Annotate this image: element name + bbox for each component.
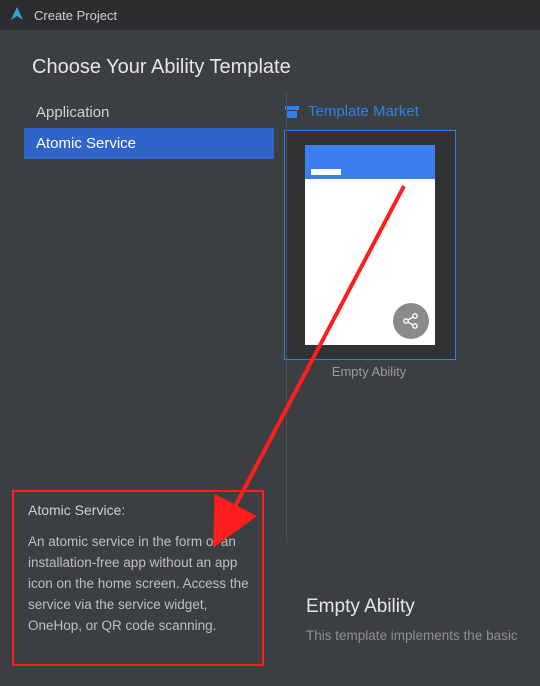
title-bar: Create Project bbox=[0, 0, 540, 30]
share-icon bbox=[393, 303, 429, 339]
column-divider bbox=[286, 92, 287, 542]
category-application[interactable]: Application bbox=[24, 97, 274, 128]
template-preview bbox=[305, 145, 435, 345]
category-atomic-service[interactable]: Atomic Service bbox=[24, 128, 274, 159]
page-title: Choose Your Ability Template bbox=[32, 56, 524, 79]
description-body: An atomic service in the form of an inst… bbox=[28, 532, 250, 637]
description-callout: Atomic Service: An atomic service in the… bbox=[12, 490, 264, 666]
preview-header-bar bbox=[311, 169, 341, 175]
preview-header bbox=[305, 145, 435, 179]
category-list: Application Atomic Service bbox=[24, 97, 274, 159]
description-title: Atomic Service: bbox=[28, 502, 250, 518]
template-market-label: Template Market bbox=[308, 103, 419, 120]
app-logo-icon bbox=[8, 6, 26, 24]
detail-title: Empty Ability bbox=[306, 596, 415, 618]
template-market-link[interactable]: Template Market bbox=[284, 103, 419, 120]
detail-subtitle: This template implements the basic bbox=[306, 628, 518, 643]
preview-body bbox=[305, 179, 435, 345]
template-card-empty-ability[interactable] bbox=[284, 130, 456, 360]
window-title: Create Project bbox=[34, 8, 117, 23]
template-name: Empty Ability bbox=[284, 364, 454, 379]
